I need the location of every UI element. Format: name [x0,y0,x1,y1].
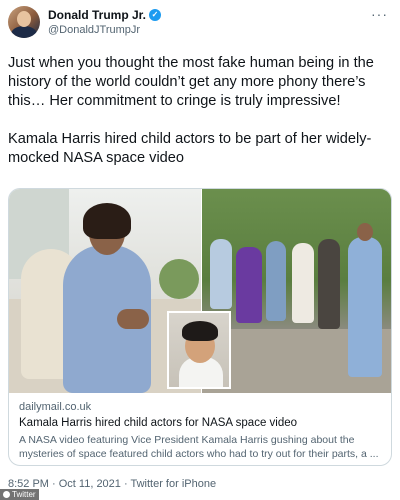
author-handle[interactable]: @DonaldJTrumpJr [48,24,140,36]
tweet-text: Just when you thought the most fake huma… [8,54,392,187]
tweet-header: Donald Trump Jr. ✓ @DonaldJTrumpJr ··· [8,6,392,40]
photo-hair [182,321,218,341]
card-domain: dailymail.co.uk [19,401,92,413]
avatar-face [17,11,31,27]
avatar[interactable] [8,6,40,38]
verified-badge-icon: ✓ [149,9,162,21]
photo-plant [159,259,199,299]
photo-person [266,241,286,321]
card-meta: dailymail.co.uk Kamala Harris hired chil… [19,401,385,461]
source-watermark: Twitter [0,489,39,500]
card-photo-inset-boy [167,311,231,389]
photo-person [236,247,262,323]
photo-person [318,239,340,329]
card-title[interactable]: Kamala Harris hired child actors for NAS… [19,417,385,429]
photo-hair [83,203,131,239]
photo-face [357,223,373,241]
photo-person [292,243,314,323]
more-options-icon[interactable]: ··· [371,6,388,22]
photo-person-blue-suit [348,237,382,377]
tweet-text-paragraph: Kamala Harris hired child actors to be p… [8,131,372,166]
link-preview-card[interactable]: dailymail.co.uk Kamala Harris hired chil… [8,188,392,466]
tweet-timestamp[interactable]: 8:52 PM · Oct 11, 2021 · Twitter for iPh… [8,478,216,490]
author-name[interactable]: Donald Trump Jr. [48,8,146,22]
author-name-row: Donald Trump Jr. ✓ [48,8,162,22]
photo-person [210,239,232,309]
photo-hands [117,309,149,329]
card-image-collage [9,189,391,393]
twitter-bird-icon [3,491,10,498]
watermark-label: Twitter [12,490,36,499]
avatar-suit [11,26,37,38]
tweet-text-paragraph: Just when you thought the most fake huma… [8,55,374,109]
card-description: A NASA video featuring Vice President Ka… [19,434,379,460]
